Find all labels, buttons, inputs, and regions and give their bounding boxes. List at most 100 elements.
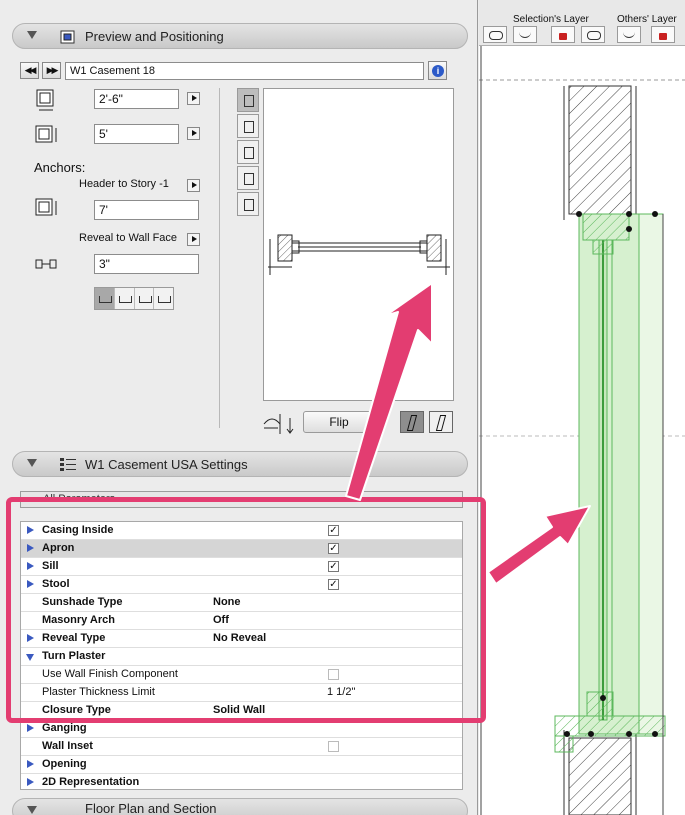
disclosure-closed-icon[interactable] bbox=[27, 778, 34, 786]
selection-layer-lock-icon[interactable] bbox=[551, 26, 575, 43]
parameter-label: Wall Inset bbox=[42, 740, 93, 752]
collapse-triangle-icon[interactable] bbox=[27, 806, 37, 814]
parameter-label: Use Wall Finish Component bbox=[42, 668, 178, 680]
parameter-row[interactable]: Turn Plaster bbox=[21, 648, 462, 666]
disclosure-closed-icon[interactable] bbox=[27, 544, 34, 552]
parameter-row[interactable]: Sill ✓ bbox=[21, 558, 462, 576]
unchecked-checkbox[interactable] bbox=[328, 741, 339, 752]
parameter-label: 2D Representation bbox=[42, 776, 140, 788]
window-preview bbox=[263, 88, 454, 401]
parameter-set-selector[interactable]: All Parameters bbox=[20, 491, 463, 508]
width-field[interactable]: 2'-6" bbox=[94, 89, 179, 109]
parameter-row[interactable]: Wall Inset bbox=[21, 738, 462, 756]
unchecked-checkbox[interactable] bbox=[328, 669, 339, 680]
anchors-label: Anchors: bbox=[34, 160, 86, 175]
anchor-option-2[interactable] bbox=[115, 288, 135, 309]
parameter-row[interactable]: Ganging bbox=[21, 720, 462, 738]
parameter-row[interactable]: Sunshade Type None bbox=[21, 594, 462, 612]
checked-checkbox[interactable]: ✓ bbox=[328, 561, 339, 572]
height-field[interactable]: 5' bbox=[94, 124, 179, 144]
collapse-triangle-icon[interactable] bbox=[27, 31, 37, 39]
parameter-label: Opening bbox=[42, 758, 87, 770]
checked-checkbox[interactable]: ✓ bbox=[328, 525, 339, 536]
others-layer-lock-icon[interactable] bbox=[651, 26, 675, 43]
disclosure-open-icon[interactable] bbox=[26, 654, 34, 661]
elevation-view-button[interactable] bbox=[237, 114, 259, 138]
disclosure-closed-icon[interactable] bbox=[27, 580, 34, 588]
collapse-triangle-icon[interactable] bbox=[27, 459, 37, 467]
parameter-label: Reveal Type bbox=[42, 632, 106, 644]
previous-object-button[interactable]: ◀◀ bbox=[20, 62, 39, 79]
parameter-row[interactable]: Reveal Type No Reveal bbox=[21, 630, 462, 648]
plan-view-button[interactable] bbox=[237, 88, 259, 112]
info-icon: i bbox=[432, 65, 444, 77]
disclosure-closed-icon[interactable] bbox=[27, 562, 34, 570]
section-view-button[interactable] bbox=[237, 192, 259, 216]
parameter-value[interactable]: 1 1/2" bbox=[327, 684, 355, 701]
window-plan-preview-drawing bbox=[268, 234, 450, 275]
parameter-list: Casing Inside ✓ Apron ✓ Sill ✓ Stool ✓ Sunshade … bbox=[20, 521, 463, 790]
info-button[interactable]: i bbox=[428, 61, 447, 80]
parameter-row[interactable]: Closure Type Solid Wall bbox=[21, 702, 462, 720]
disclosure-closed-icon[interactable] bbox=[27, 724, 34, 732]
selection-layer-hide-icon[interactable] bbox=[513, 26, 537, 43]
anchor-option-3[interactable] bbox=[135, 288, 155, 309]
parameter-label: Plaster Thickness Limit bbox=[42, 686, 155, 698]
width-popup-button[interactable] bbox=[187, 92, 200, 105]
width-dimension-icon bbox=[36, 89, 54, 111]
parameter-label: Turn Plaster bbox=[42, 650, 106, 662]
settings-section-icon bbox=[60, 458, 76, 471]
layer-link-icon[interactable] bbox=[483, 26, 507, 43]
settings-section-header[interactable]: W1 Casement USA Settings bbox=[12, 451, 468, 477]
anchor-option-1[interactable] bbox=[95, 288, 115, 309]
parameter-row[interactable]: Apron ✓ bbox=[21, 540, 462, 558]
parameter-row[interactable]: Opening bbox=[21, 756, 462, 774]
reveal-depth-icon bbox=[35, 259, 57, 269]
parameter-label: Sunshade Type bbox=[42, 596, 123, 608]
floor-plan-section-title: Floor Plan and Section bbox=[85, 801, 217, 815]
mirror-right-icon[interactable] bbox=[429, 411, 453, 433]
side-view-button[interactable] bbox=[237, 140, 259, 164]
checked-checkbox[interactable]: ✓ bbox=[328, 579, 339, 590]
settings-dialog: Preview and Positioning ◀◀ ▶▶ W1 Casemen… bbox=[0, 0, 478, 815]
checked-checkbox[interactable]: ✓ bbox=[328, 543, 339, 554]
header-height-field[interactable]: 7' bbox=[94, 200, 199, 220]
parameter-row[interactable]: Use Wall Finish Component bbox=[21, 666, 462, 684]
parameter-label: Closure Type bbox=[42, 704, 111, 716]
disclosure-closed-icon[interactable] bbox=[27, 526, 34, 534]
parameter-value[interactable]: No Reveal bbox=[213, 630, 266, 647]
header-anchor-label: Header to Story -1 bbox=[79, 178, 169, 190]
column-divider bbox=[219, 88, 220, 428]
disclosure-closed-icon[interactable] bbox=[27, 760, 34, 768]
anchor-point-selector[interactable] bbox=[94, 287, 174, 310]
preview-section-header[interactable]: Preview and Positioning bbox=[12, 23, 468, 49]
disclosure-closed-icon[interactable] bbox=[27, 634, 34, 642]
mirror-left-icon[interactable] bbox=[400, 411, 424, 433]
preview-view-selector bbox=[237, 88, 259, 216]
next-object-button[interactable]: ▶▶ bbox=[42, 62, 61, 79]
reveal-depth-field[interactable]: 3" bbox=[94, 254, 199, 274]
3d-view-button[interactable] bbox=[237, 166, 259, 190]
parameter-value[interactable]: Solid Wall bbox=[213, 702, 265, 719]
object-name-field[interactable]: W1 Casement 18 bbox=[65, 62, 424, 80]
reveal-anchor-label: Reveal to Wall Face bbox=[79, 232, 178, 244]
others-layer-hide-icon[interactable] bbox=[617, 26, 641, 43]
flip-button[interactable]: Flip bbox=[303, 411, 375, 433]
parameter-row[interactable]: 2D Representation bbox=[21, 774, 462, 789]
parameter-label: Masonry Arch bbox=[42, 614, 115, 626]
reveal-anchor-popup-button[interactable] bbox=[187, 233, 200, 246]
selection-layer-link-icon[interactable] bbox=[581, 26, 605, 43]
parameter-row[interactable]: Stool ✓ bbox=[21, 576, 462, 594]
preview-section-icon bbox=[60, 30, 75, 44]
floor-plan-section-header[interactable]: Floor Plan and Section bbox=[12, 798, 468, 815]
others-layer-label: Others' Layer bbox=[617, 14, 677, 25]
parameter-row[interactable]: Plaster Thickness Limit 1 1/2" bbox=[21, 684, 462, 702]
floor-plan-canvas[interactable] bbox=[479, 0, 685, 815]
anchor-option-4[interactable] bbox=[154, 288, 173, 309]
parameter-row[interactable]: Masonry Arch Off bbox=[21, 612, 462, 630]
height-popup-button[interactable] bbox=[187, 127, 200, 140]
header-anchor-popup-button[interactable] bbox=[187, 179, 200, 192]
parameter-row[interactable]: Casing Inside ✓ bbox=[21, 522, 462, 540]
parameter-value[interactable]: None bbox=[213, 594, 241, 611]
parameter-value[interactable]: Off bbox=[213, 612, 229, 629]
